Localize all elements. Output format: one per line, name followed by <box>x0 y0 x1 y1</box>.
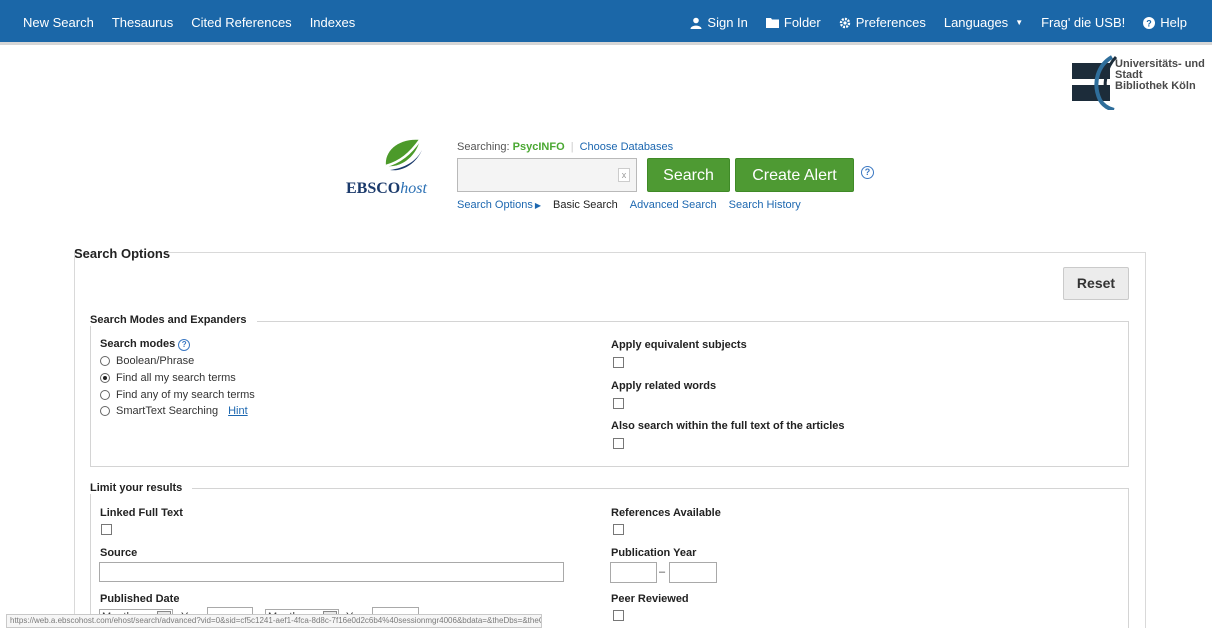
nav-frag-usb[interactable]: Frag' die USB! <box>1032 15 1134 30</box>
create-alert-button[interactable]: Create Alert <box>735 158 854 192</box>
mode-find-any[interactable]: Find any of my search terms <box>100 389 255 401</box>
mode-find-all[interactable]: Find all my search terms <box>100 372 236 384</box>
ebsco-logo-text: EBSCOhost <box>346 180 427 198</box>
references-available-checkbox[interactable] <box>613 524 624 535</box>
browser-status-url: https://web.a.ebscohost.com/ehost/search… <box>6 614 542 628</box>
radio-smarttext[interactable] <box>100 406 110 416</box>
source-label: Source <box>100 547 138 559</box>
database-name: PsycINFO <box>512 141 565 153</box>
ebsco-leaf-icon <box>385 139 422 171</box>
peer-reviewed-label: Peer Reviewed <box>611 593 689 605</box>
search-modes-group-title: Search Modes and Expanders <box>90 314 257 326</box>
caret-down-icon: ▼ <box>1015 18 1024 27</box>
nav-right-group: Sign In Folder Preferences Languages ▼ F… <box>681 0 1196 45</box>
linked-full-text-checkbox[interactable] <box>101 524 112 535</box>
publication-year-to-input[interactable] <box>669 562 717 583</box>
folder-label: Folder <box>783 15 821 30</box>
mode-smarttext-label: SmartText Searching <box>116 405 219 417</box>
nav-sign-in[interactable]: Sign In <box>681 15 756 30</box>
folder-icon <box>765 18 779 28</box>
library-name-line3: Bibliothek Köln <box>1115 80 1196 92</box>
user-icon <box>690 17 702 29</box>
references-available-label: References Available <box>611 507 721 519</box>
advanced-search-link[interactable]: Advanced Search <box>630 199 717 211</box>
radio-boolean-phrase[interactable] <box>100 356 110 366</box>
mode-smarttext[interactable]: SmartText Searching Hint <box>100 405 248 417</box>
radio-find-all[interactable] <box>100 373 110 383</box>
publication-year-label: Publication Year <box>611 547 697 559</box>
host-wordmark: host <box>400 180 427 197</box>
equivalent-subjects-checkbox[interactable] <box>613 357 624 368</box>
full-text-search-checkbox[interactable] <box>613 438 624 449</box>
nav-thesaurus[interactable]: Thesaurus <box>103 15 182 30</box>
published-date-label: Published Date <box>100 593 180 605</box>
help-label: Help <box>1160 15 1187 30</box>
top-navigation-bar: New Search Thesaurus Cited References In… <box>0 0 1212 45</box>
basic-search-link[interactable]: Basic Search <box>553 199 618 211</box>
svg-text:?: ? <box>1147 18 1153 28</box>
triangle-right-icon: ▶ <box>534 201 541 210</box>
choose-databases-link[interactable]: Choose Databases <box>580 141 674 153</box>
search-sublinks: Search Options ▶ Basic Search Advanced Se… <box>457 199 801 211</box>
question-circle-icon: ? <box>1143 16 1156 29</box>
ebsco-wordmark: EBSCO <box>346 180 401 197</box>
search-modes-help-icon[interactable]: ? <box>178 339 191 351</box>
full-text-search-label: Also search within the full text of the … <box>611 420 845 432</box>
search-history-link[interactable]: Search History <box>729 199 801 211</box>
languages-label: Languages <box>943 15 1009 30</box>
search-button[interactable]: Search <box>647 158 730 192</box>
mode-find-all-label: Find all my search terms <box>116 372 236 384</box>
search-options-link[interactable]: Search Options ▶ <box>457 199 541 211</box>
clear-search-icon[interactable]: x <box>618 168 630 182</box>
nav-folder[interactable]: Folder <box>757 15 830 30</box>
limit-results-group-title: Limit your results <box>90 482 193 494</box>
library-name: Universitäts- und Stadt Bibliothek Köln <box>1115 59 1212 92</box>
nav-languages[interactable]: Languages ▼ <box>935 15 1032 30</box>
equivalent-subjects-label: Apply equivalent subjects <box>611 339 747 351</box>
nav-cited-references[interactable]: Cited References <box>182 15 300 30</box>
help-icon[interactable]: ? <box>861 166 874 179</box>
search-options-label: Search Options <box>457 199 533 211</box>
sign-in-label: Sign In <box>707 15 748 30</box>
source-input[interactable] <box>99 562 564 582</box>
nav-help[interactable]: ? Help <box>1134 15 1196 30</box>
nav-indexes[interactable]: Indexes <box>301 15 365 30</box>
mode-boolean-phrase[interactable]: Boolean/Phrase <box>100 355 194 367</box>
related-words-label: Apply related words <box>611 380 717 392</box>
publication-year-from-input[interactable] <box>610 562 657 583</box>
reset-button[interactable]: Reset <box>1063 267 1129 300</box>
searching-label: Searching: <box>457 141 510 153</box>
mode-find-any-label: Find any of my search terms <box>116 389 255 401</box>
separator: | <box>570 141 574 153</box>
search-modes-label: Search modes? <box>100 338 191 351</box>
linked-full-text-label: Linked Full Text <box>100 507 183 519</box>
related-words-checkbox[interactable] <box>613 398 624 409</box>
nav-left-group: New Search Thesaurus Cited References In… <box>15 0 364 45</box>
hint-link[interactable]: Hint <box>228 405 248 417</box>
gear-icon <box>839 17 850 28</box>
nav-new-search[interactable]: New Search <box>15 15 103 30</box>
nav-preferences[interactable]: Preferences <box>830 15 935 30</box>
search-input[interactable]: x <box>457 158 637 192</box>
peer-reviewed-checkbox[interactable] <box>613 610 624 621</box>
publication-year-dash: – <box>659 566 666 578</box>
mode-boolean-label: Boolean/Phrase <box>116 355 195 367</box>
radio-find-any[interactable] <box>100 390 110 400</box>
preferences-label: Preferences <box>855 15 926 30</box>
searching-line: Searching: PsycINFO | Choose Databases <box>457 141 673 153</box>
search-modes-text: Search modes <box>100 338 176 350</box>
